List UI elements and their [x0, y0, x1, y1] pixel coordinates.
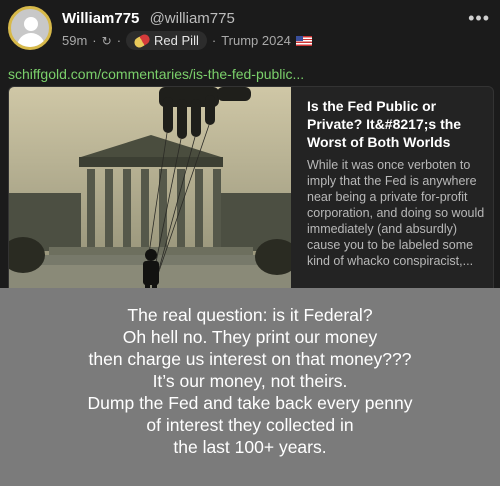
red-pill-badge[interactable]: Red Pill [126, 31, 207, 50]
caption-line: the last 100+ years. [173, 437, 327, 457]
post-meta: 59m · ↻ · Red Pill · Trump 2024 [62, 31, 312, 50]
caption-line: of interest they collected in [146, 415, 354, 435]
author-avatar[interactable] [8, 6, 52, 50]
more-options-icon[interactable]: ••• [468, 8, 490, 29]
meta-separator: · [211, 33, 217, 48]
meta-separator: · [116, 33, 122, 48]
caption-text: The real question: is it Federal? Oh hel… [0, 288, 500, 458]
us-flag-icon [295, 35, 312, 46]
card-description: While it was once verboten to imply that… [307, 158, 485, 268]
visibility-icon: ↻ [101, 33, 112, 48]
pill-icon [132, 32, 152, 49]
preview-image [9, 87, 291, 299]
card-title[interactable]: Is the Fed Public or Private? It&#8217;s… [307, 97, 487, 151]
meta-separator: · [92, 33, 97, 48]
avatar-head [24, 17, 38, 31]
author-name-row: William775 @william775 [62, 10, 235, 27]
caption-line: Dump the Fed and take back every penny [87, 393, 413, 413]
author-handle[interactable]: @william775 [150, 10, 235, 27]
post-time: 59m [62, 33, 88, 48]
caption-line: then charge us interest on that money??? [88, 349, 412, 369]
post-link[interactable]: schiffgold.com/commentaries/is-the-fed-p… [8, 66, 304, 82]
avatar-body [17, 33, 45, 47]
author-name[interactable]: William775 [62, 10, 139, 27]
caption-line: The real question: is it Federal? [127, 305, 373, 325]
caption-line: Oh hell no. They print our money [122, 327, 378, 347]
link-preview-card[interactable]: Is the Fed Public or Private? It&#8217;s… [8, 86, 494, 300]
caption-line: It’s our money, not theirs. [152, 371, 348, 391]
caption-overlay: The real question: is it Federal? Oh hel… [0, 288, 500, 486]
tagline: Trump 2024 [221, 33, 291, 48]
badge-label: Red Pill [154, 33, 199, 48]
